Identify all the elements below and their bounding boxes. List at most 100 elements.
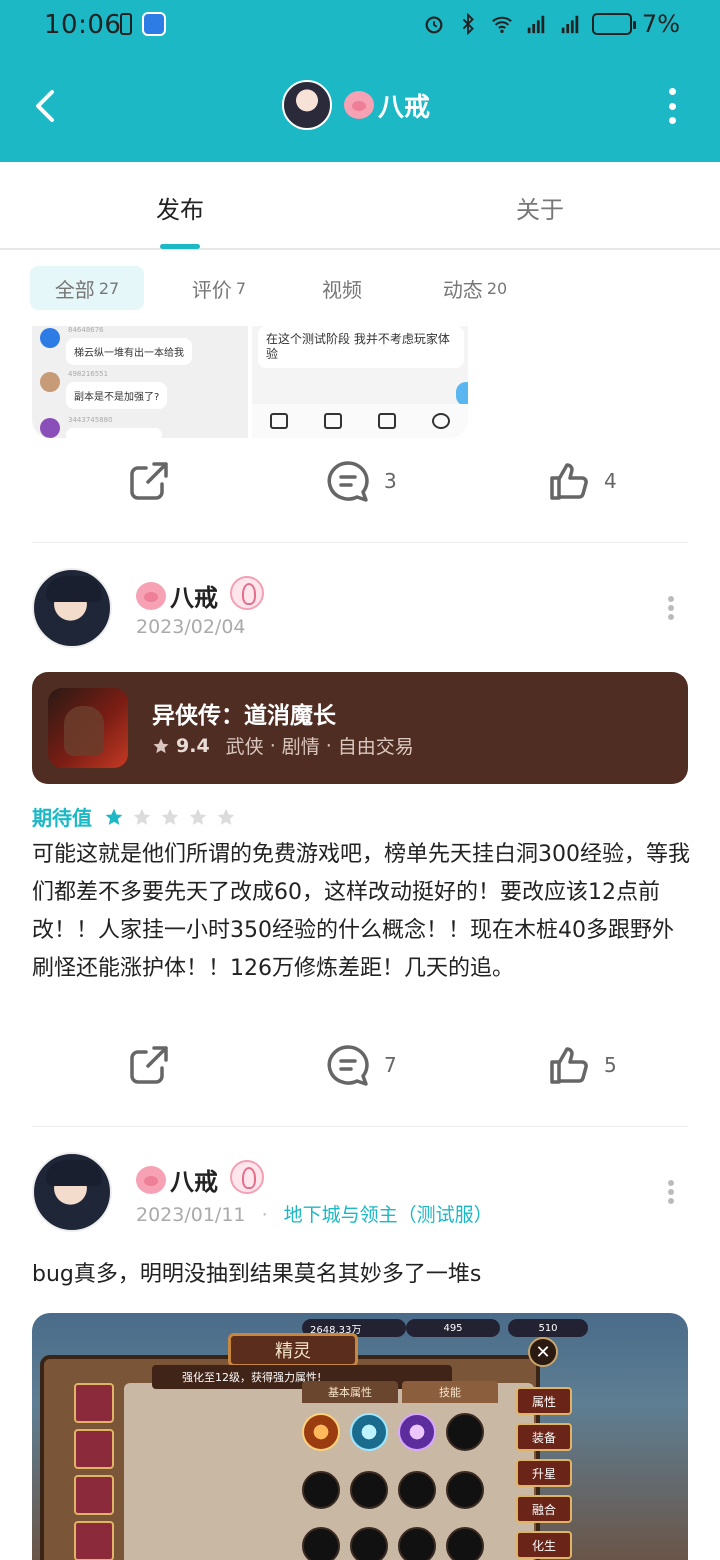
- post-image[interactable]: 84648676 梯云纵一堆有出一本给我 498216551 副本是不是加强了?…: [32, 326, 248, 438]
- tab-publish[interactable]: 发布: [156, 190, 204, 225]
- thumbs-up-icon: [550, 1047, 588, 1084]
- post-username[interactable]: 八戒: [170, 1162, 218, 1197]
- heart-counter: 510: [508, 1319, 588, 1337]
- game-meta: 9.4 武侠 · 剧情 · 自由交易: [152, 732, 414, 759]
- dot-icon: [668, 117, 676, 124]
- tab-indicator: [160, 244, 200, 249]
- signal-icon: [527, 15, 545, 34]
- like-button[interactable]: 4: [548, 460, 617, 502]
- game-name: 异侠传：道消魔长: [152, 703, 336, 729]
- app-header: 10:06 7% 八戒: [0, 0, 720, 162]
- emoji-icon: [432, 413, 450, 429]
- chat-toolbar: [252, 404, 468, 438]
- filter-moments[interactable]: 动态 20: [390, 266, 560, 310]
- more-options-button[interactable]: [662, 88, 682, 124]
- post-header: 八戒 2023/01/11 · 地下城与领主（测试服）: [32, 1152, 688, 1232]
- post-header: 八戒 2023/02/04: [32, 568, 688, 648]
- post-body[interactable]: 可能这就是他们所谓的免费游戏吧，榜单先天挂白洞300经验，等我们都差不多要先天了…: [32, 836, 692, 988]
- dot-icon: [668, 102, 676, 110]
- post-body[interactable]: bug真多，明明没抽到结果莫名其妙多了一堆s: [32, 1256, 692, 1294]
- filter-reviews[interactable]: 评价 7: [144, 266, 294, 310]
- share-button[interactable]: [128, 460, 170, 502]
- thumbs-up-icon: [550, 463, 588, 500]
- divider: [32, 1126, 688, 1127]
- image-icon: [270, 413, 288, 429]
- profile-title: 八戒: [282, 80, 430, 130]
- game-icon: [48, 688, 128, 768]
- chat-avatar: [40, 328, 60, 348]
- comment-button[interactable]: 3: [326, 460, 397, 502]
- post-actions: 7 5: [0, 1044, 720, 1104]
- post-more-button[interactable]: [668, 596, 676, 620]
- post-username[interactable]: 八戒: [170, 578, 218, 613]
- star-empty-icon: [133, 808, 151, 825]
- profile-tabs: 发布 关于: [0, 162, 720, 250]
- like-count: 4: [604, 469, 617, 493]
- header-username: 八戒: [378, 92, 431, 123]
- comment-count: 3: [384, 469, 397, 493]
- comment-count: 7: [384, 1053, 397, 1077]
- chat-avatar: [40, 418, 60, 438]
- pig-emoji-icon: [136, 1165, 166, 1194]
- avatar[interactable]: [32, 568, 112, 648]
- share-icon: [130, 1046, 168, 1084]
- post-actions: 3 4: [0, 460, 720, 520]
- wifi-icon: [492, 16, 512, 33]
- status-right: 7%: [422, 10, 680, 38]
- like-count: 5: [604, 1053, 617, 1077]
- game-card[interactable]: 异侠传：道消魔长 9.4 武侠 · 剧情 · 自由交易: [32, 672, 688, 784]
- signal-icon-2: [561, 15, 579, 34]
- post-date: 2023/02/04: [136, 616, 246, 638]
- app-notification-icon: [142, 12, 166, 36]
- pig-emoji-icon: [344, 91, 374, 119]
- post-image-grid: 84648676 梯云纵一堆有出一本给我 498216551 副本是不是加强了?…: [32, 326, 468, 438]
- game-panel-title: 精灵: [228, 1333, 358, 1367]
- star-icon: [153, 738, 169, 753]
- alarm-icon: [425, 16, 443, 34]
- pig-emoji-icon: [136, 581, 166, 610]
- share-button[interactable]: [128, 1044, 170, 1086]
- avatar[interactable]: [282, 80, 332, 130]
- comment-button[interactable]: 7: [326, 1044, 397, 1086]
- filter-videos[interactable]: 视频: [294, 266, 390, 310]
- level-badge-icon: [230, 1160, 264, 1194]
- battery-icon: [591, 13, 636, 35]
- filter-bar: 全部 27 评价 7 视频 动态 20: [30, 266, 560, 310]
- like-button[interactable]: 5: [548, 1044, 617, 1086]
- post-date: 2023/01/11: [136, 1204, 246, 1226]
- share-icon: [130, 462, 168, 500]
- rating-line: 期待值: [32, 802, 236, 831]
- comment-icon: [327, 461, 369, 502]
- post-image[interactable]: 2648.33万 495 510 精灵 强化至12级，获得强力属性! ✕ 基本属…: [32, 1313, 688, 1560]
- back-button[interactable]: [28, 86, 68, 126]
- level-badge-icon: [230, 576, 264, 610]
- rating-label: 期待值: [32, 806, 92, 830]
- battery-level: 7%: [641, 10, 680, 38]
- game-link[interactable]: 地下城与领主（测试服）: [284, 1204, 493, 1226]
- star-empty-icon: [161, 808, 179, 825]
- status-time: 10:06: [44, 10, 122, 40]
- package-icon: [378, 413, 396, 429]
- star-empty-icon: [217, 808, 235, 825]
- camera-icon: [324, 413, 342, 429]
- close-icon: ✕: [528, 1337, 558, 1367]
- status-bar: 10:06 7%: [0, 0, 720, 52]
- star-empty-icon: [189, 808, 207, 825]
- phone-icon: [120, 13, 132, 35]
- post-image[interactable]: 在这个测试阶段 我并不考虑玩家体验: [252, 326, 468, 438]
- tab-about[interactable]: 关于: [516, 190, 564, 225]
- gem-counter: 495: [406, 1319, 500, 1337]
- game-tag: 剧情: [281, 736, 320, 758]
- divider: [32, 542, 688, 543]
- chat-avatar: [40, 372, 60, 392]
- filter-all[interactable]: 全部 27: [30, 266, 144, 310]
- comment-icon: [327, 1045, 369, 1086]
- bluetooth-icon: [462, 13, 474, 35]
- game-rating: 9.4: [176, 734, 210, 757]
- star-filled-icon: [105, 808, 123, 825]
- game-tag: 武侠: [225, 736, 264, 758]
- game-tag: 自由交易: [337, 736, 414, 758]
- post-more-button[interactable]: [668, 1180, 676, 1204]
- avatar[interactable]: [32, 1152, 112, 1232]
- dot-icon: [668, 88, 676, 95]
